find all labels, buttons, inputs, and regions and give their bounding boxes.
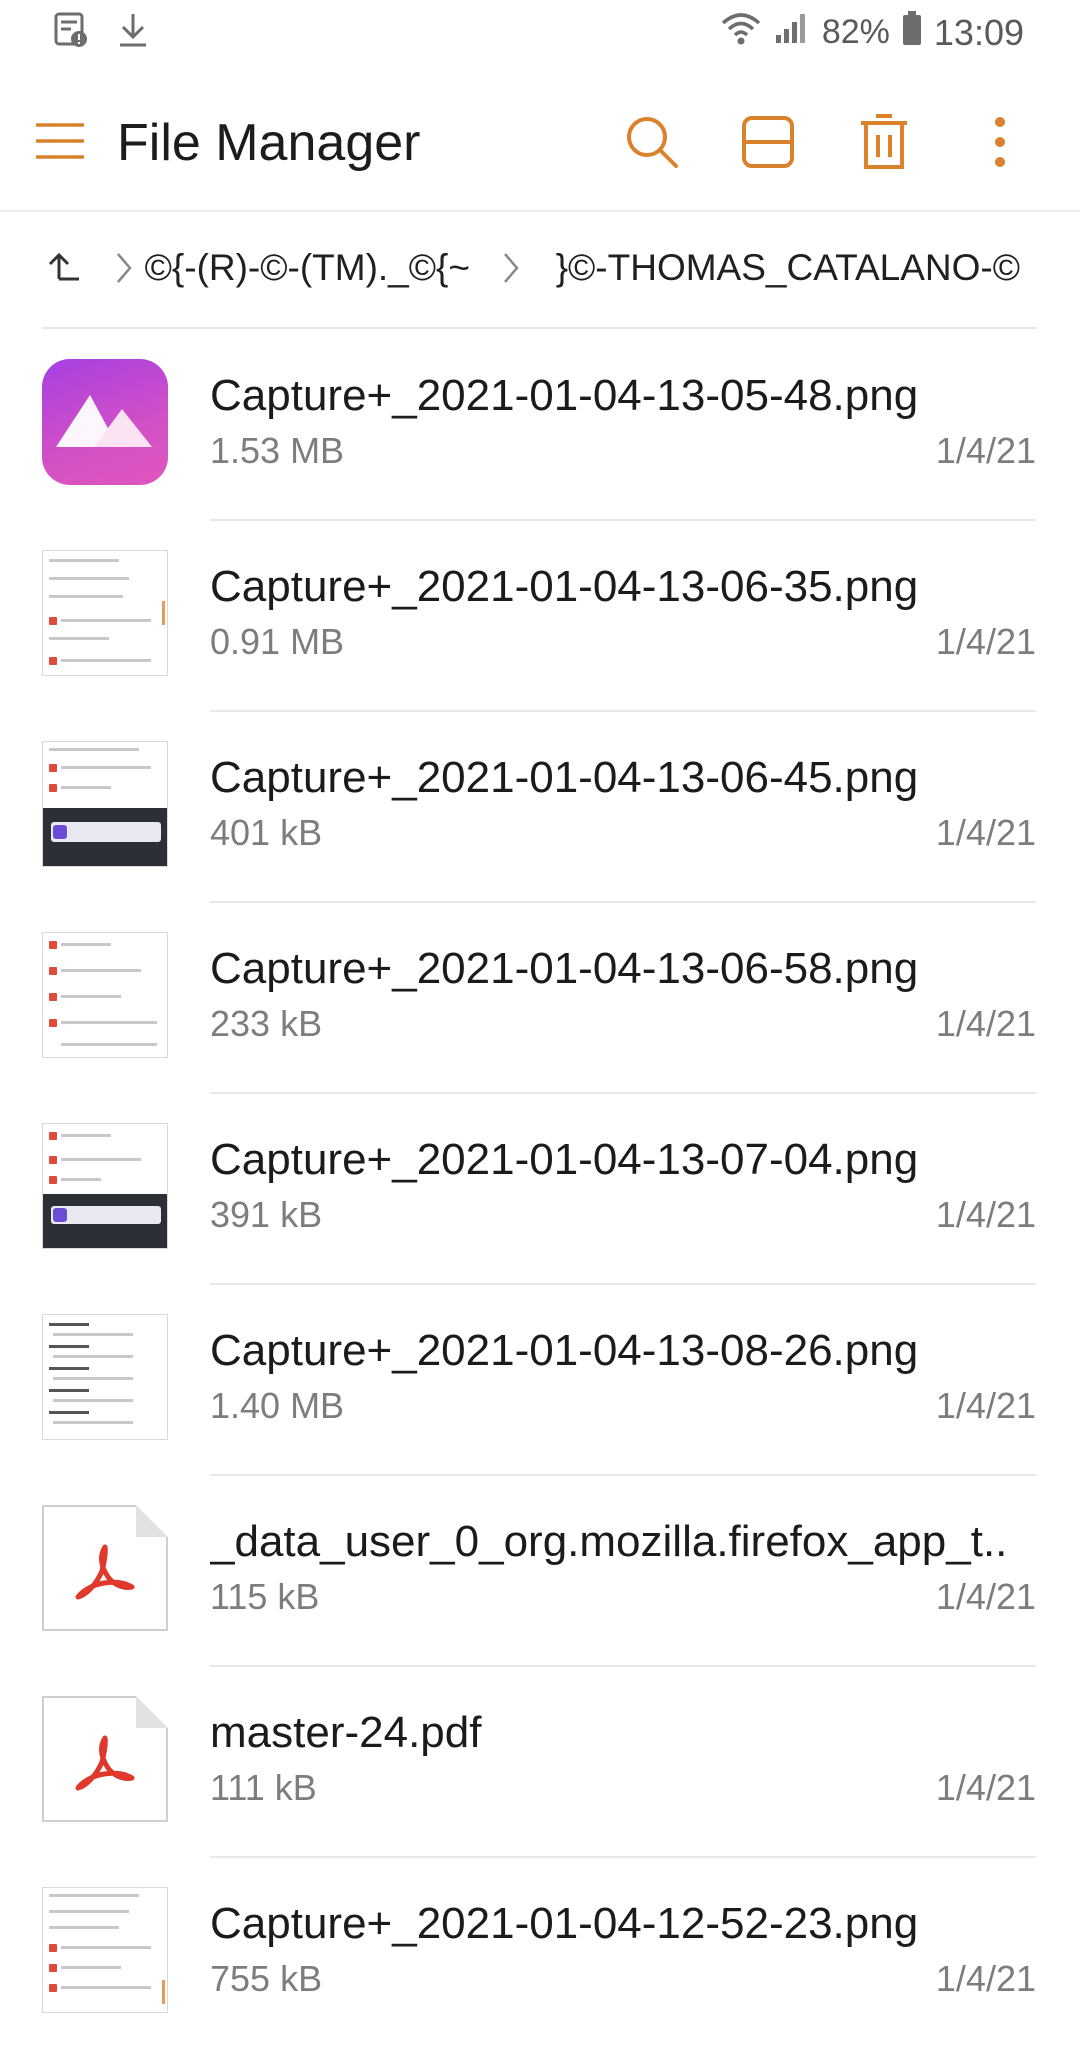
file-size: 0.91 MB [210, 621, 345, 662]
signal-icon [774, 11, 810, 54]
battery-percent: 82% [821, 13, 890, 51]
clock: 13:09 [933, 11, 1024, 53]
chevron-right-icon [109, 250, 139, 286]
app-bar-divider [0, 210, 1080, 212]
file-size: 391 kB [210, 1194, 323, 1235]
list-item[interactable]: Capture+_2021-01-04-13-06-58.png 233 kB … [0, 903, 1080, 1094]
list-item[interactable]: _data_user_0_org.mozilla.firefox_app_t..… [0, 1476, 1080, 1667]
file-date: 1/4/21 [935, 1003, 1036, 1044]
image-thumbnail [42, 932, 168, 1058]
up-arrow-icon[interactable] [40, 240, 89, 296]
chevron-right-icon [496, 250, 526, 286]
breadcrumb-divider [42, 327, 1037, 329]
file-name: master-24.pdf [210, 1708, 482, 1757]
file-date: 1/4/21 [935, 430, 1036, 471]
file-size: 755 kB [210, 1958, 323, 1999]
breadcrumb: ©{-(R)-©-(TM)._©{~ }©-THOMAS_CATALANO-© [40, 236, 1040, 300]
file-name: Capture+_2021-01-04-13-08-26.png [210, 1326, 919, 1375]
more-icon[interactable] [964, 104, 1036, 180]
app-bar: File Manager [0, 76, 1080, 208]
file-name: Capture+_2021-01-04-13-06-45.png [210, 753, 919, 802]
file-size: 115 kB [210, 1576, 320, 1617]
file-name: _data_user_0_org.mozilla.firefox_app_t.. [210, 1517, 1008, 1566]
file-list: Capture+_2021-01-04-13-05-48.png 1.53 MB… [0, 330, 1080, 2049]
menu-icon[interactable] [30, 106, 90, 176]
image-thumbnail [42, 741, 168, 867]
wifi-icon [720, 11, 762, 54]
view-layout-icon[interactable] [732, 104, 804, 180]
image-thumbnail [42, 1887, 168, 2013]
list-item[interactable]: Capture+_2021-01-04-13-07-04.png 391 kB … [0, 1094, 1080, 1285]
status-bar: 82% 13:09 [0, 0, 1080, 68]
list-item[interactable]: Capture+_2021-01-04-13-08-26.png 1.40 MB… [0, 1285, 1080, 1476]
list-item[interactable]: master-24.pdf 111 kB 1/4/21 [0, 1667, 1080, 1858]
pdf-file-icon [42, 1696, 168, 1822]
page-title: File Manager [117, 114, 421, 172]
image-thumbnail [42, 1123, 168, 1249]
file-date: 1/4/21 [935, 1576, 1036, 1617]
file-date: 1/4/21 [935, 621, 1036, 662]
file-date: 1/4/21 [935, 1767, 1036, 1808]
file-date: 1/4/21 [935, 1385, 1036, 1426]
file-date: 1/4/21 [935, 1958, 1036, 1999]
file-name: Capture+_2021-01-04-13-07-04.png [210, 1135, 919, 1184]
download-icon [118, 12, 148, 53]
file-name: Capture+_2021-01-04-13-06-58.png [210, 944, 919, 993]
file-date: 1/4/21 [935, 1194, 1036, 1235]
file-name: Capture+_2021-01-04-13-05-48.png [210, 371, 919, 420]
delete-icon[interactable] [848, 104, 920, 180]
sim-alert-icon [54, 12, 88, 53]
file-size: 401 kB [210, 812, 323, 853]
list-item[interactable]: Capture+_2021-01-04-12-52-23.png 755 kB … [0, 1858, 1080, 2049]
breadcrumb-item[interactable]: ©{-(R)-©-(TM)._©{~ [145, 247, 470, 289]
file-size: 233 kB [210, 1003, 323, 1044]
list-item[interactable]: Capture+_2021-01-04-13-06-45.png 401 kB … [0, 712, 1080, 903]
file-date: 1/4/21 [935, 812, 1036, 853]
file-name: Capture+_2021-01-04-12-52-23.png [210, 1899, 919, 1948]
image-thumbnail [42, 1314, 168, 1440]
file-name: Capture+_2021-01-04-13-06-35.png [210, 562, 919, 611]
file-size: 1.40 MB [210, 1385, 345, 1426]
list-item[interactable]: Capture+_2021-01-04-13-06-35.png 0.91 MB… [0, 521, 1080, 712]
list-item[interactable]: Capture+_2021-01-04-13-05-48.png 1.53 MB… [0, 330, 1080, 521]
pdf-file-icon [42, 1505, 168, 1631]
image-thumbnail [42, 550, 168, 676]
gallery-thumbnail-icon [42, 359, 168, 485]
breadcrumb-item-current[interactable]: }©-THOMAS_CATALANO-© [556, 247, 1020, 289]
file-size: 111 kB [210, 1767, 317, 1808]
search-icon[interactable] [616, 104, 688, 180]
battery-icon [902, 10, 922, 55]
file-size: 1.53 MB [210, 430, 345, 471]
